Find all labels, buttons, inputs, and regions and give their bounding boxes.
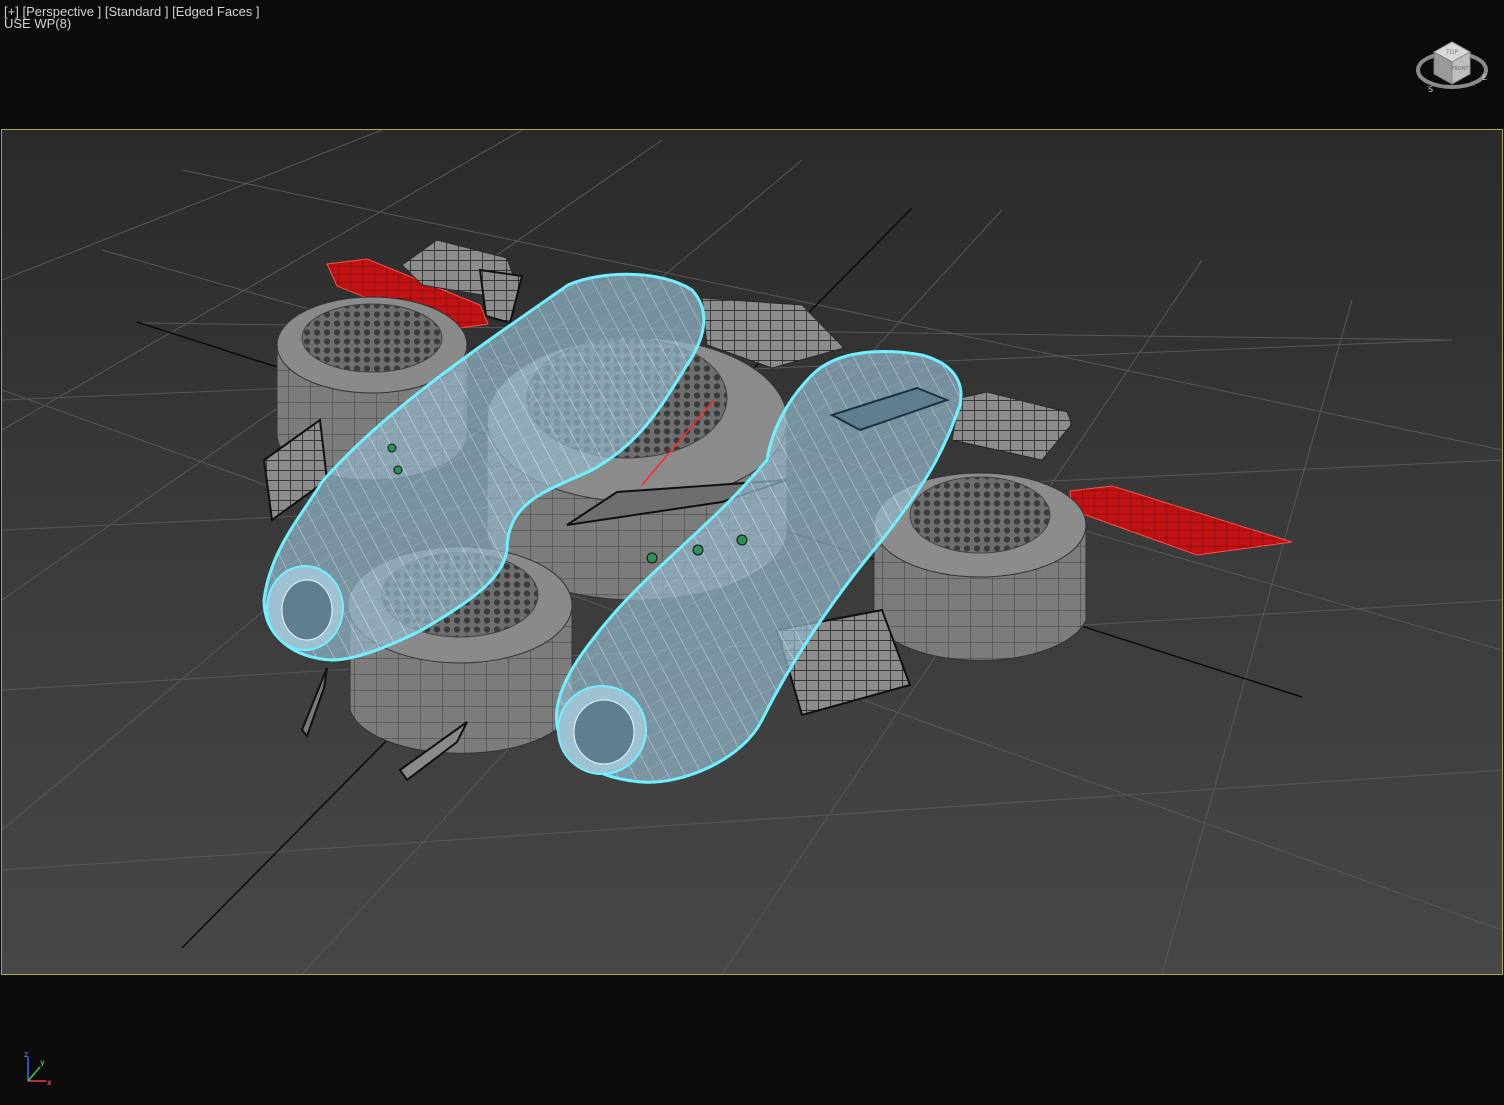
viewcube-top-label: TOP (1445, 49, 1458, 56)
axis-y-label: y (40, 1058, 45, 1067)
perspective-viewport[interactable] (1, 129, 1503, 975)
axis-z-label: z (24, 1050, 28, 1059)
compass-s-label: S (1428, 85, 1433, 94)
viewcube-icon[interactable]: TOP FRONT S E (1414, 30, 1490, 100)
rear-plate-right[interactable] (951, 391, 1073, 461)
viewport-label: [+] [Perspective ] [Standard ] [Edged Fa… (4, 4, 260, 31)
cage-panel-back[interactable] (478, 268, 524, 325)
red-tread-right[interactable] (1069, 485, 1293, 556)
compass-e-label: E (1482, 73, 1487, 82)
display-mode-button[interactable]: [Edged Faces ] (172, 4, 259, 19)
scene-canvas[interactable] (2, 130, 1502, 974)
small-fin-left[interactable] (300, 667, 328, 738)
shading-mode-button[interactable]: [Standard ] (105, 4, 169, 19)
axis-tripod-icon: z y x (24, 1050, 52, 1087)
viewcube-front-label: FRONT (1451, 66, 1469, 72)
axis-x-label: x (47, 1078, 52, 1087)
workplane-label: USE WP(8) (4, 16, 72, 31)
